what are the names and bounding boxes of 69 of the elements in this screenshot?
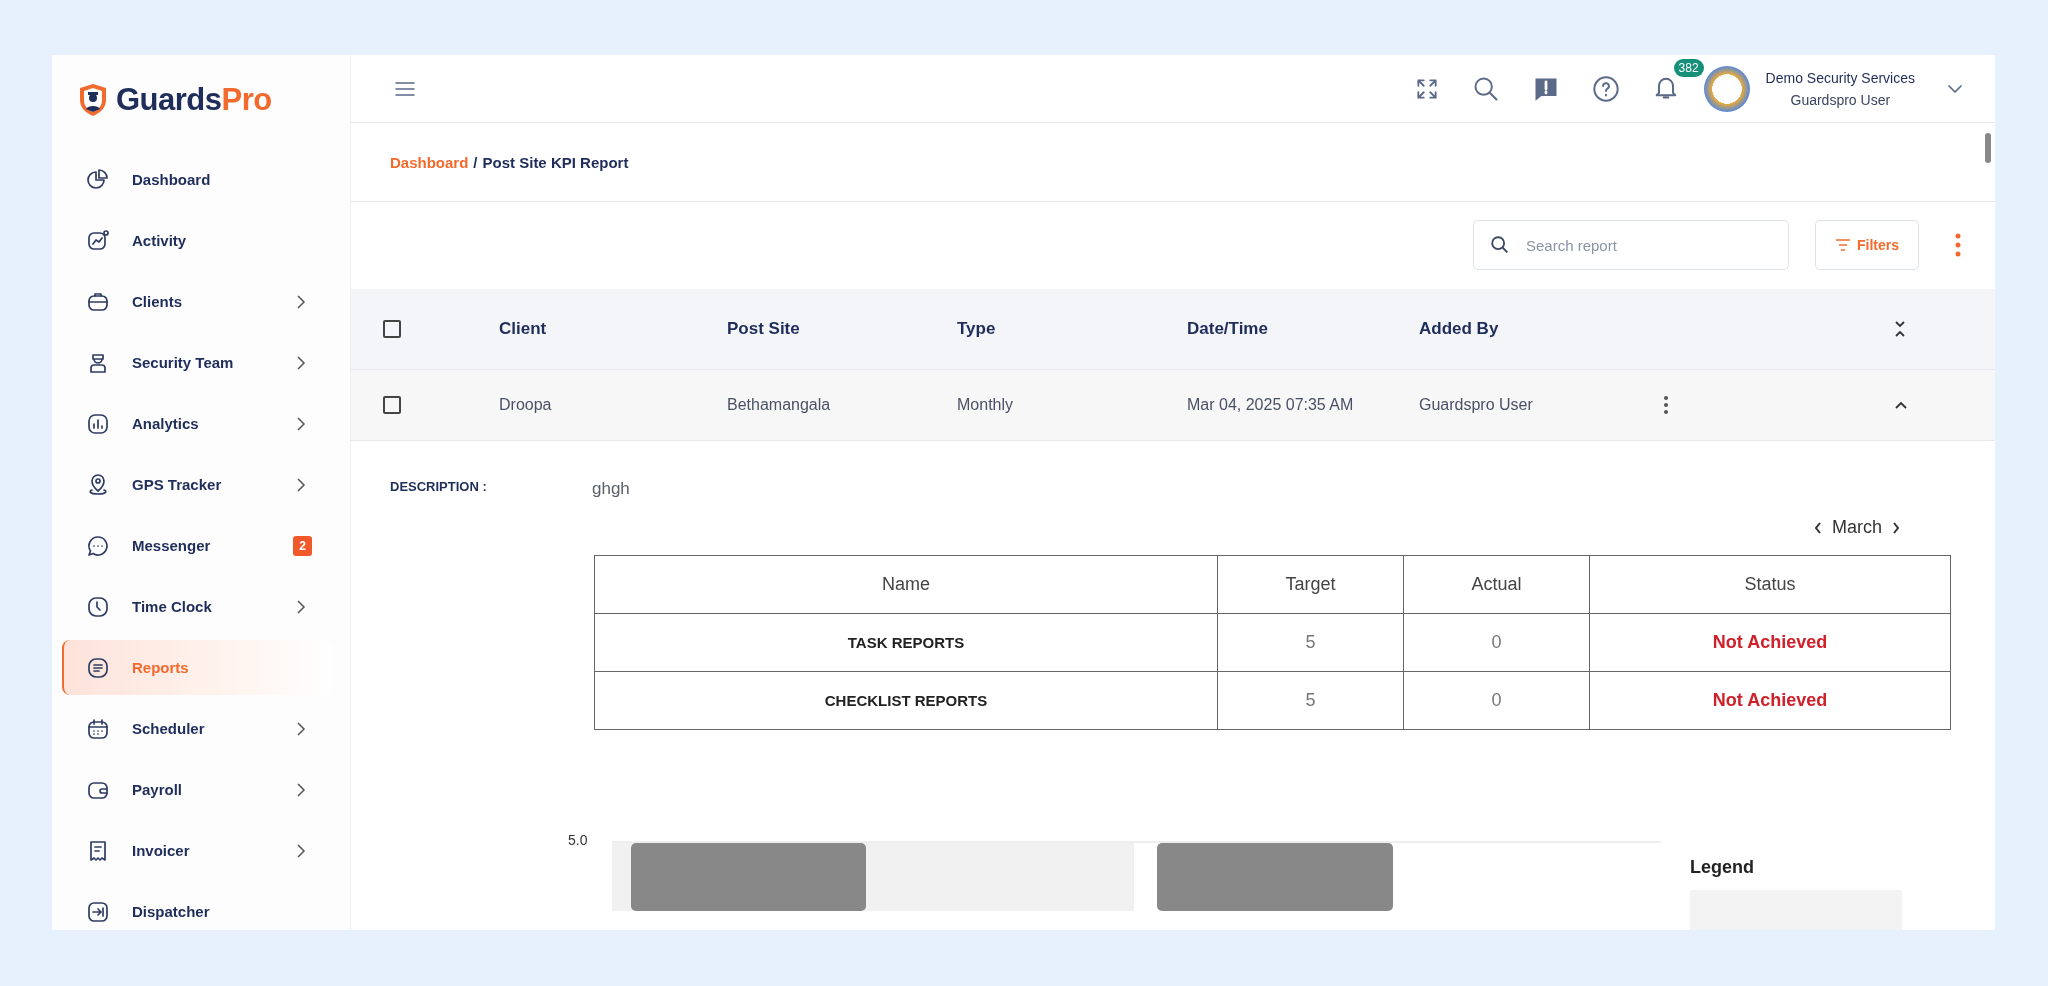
calendar-icon <box>86 716 110 741</box>
column-header: Actual <box>1403 555 1590 614</box>
legend-title: Legend <box>1690 857 1755 878</box>
sidebar-item[interactable]: Analytics <box>62 396 332 451</box>
column-header: Date/Time <box>1187 318 1269 339</box>
table-cell: 5 <box>1217 613 1404 672</box>
table-cell-text: Guardspro User <box>1419 396 1534 415</box>
sidebar-item[interactable]: GPS Tracker <box>62 457 332 512</box>
sidebar-item[interactable]: Invoicer <box>62 823 332 878</box>
column-header: Name <box>594 555 1218 614</box>
company-name: Demo Security Services <box>1765 69 1915 86</box>
column-header: Type <box>957 318 997 339</box>
axis-tick-label: 5.0 <box>568 832 589 848</box>
table-cell-text: Mar 04, 2025 07:35 AM <box>1187 396 1355 415</box>
bar-chart-icon <box>86 411 110 436</box>
table-cell-text: Monthly <box>957 396 1015 415</box>
user-name: Guardspro User <box>1790 91 1891 108</box>
clock-icon <box>86 594 110 619</box>
month-label: March <box>1832 517 1882 538</box>
status-cell: Not Achieved <box>1589 613 1951 672</box>
trend-chart-icon <box>86 228 110 253</box>
pie-chart-icon <box>86 167 110 192</box>
table-cell: CHECKLIST REPORTS <box>594 671 1218 730</box>
location-pin-icon <box>86 472 110 497</box>
column-header: Client <box>499 318 548 339</box>
row-checkbox[interactable] <box>383 396 401 415</box>
sidebar-item[interactable]: Scheduler <box>62 701 332 756</box>
breadcrumb-current: Post Site KPI Report <box>482 153 629 171</box>
sidebar-item[interactable]: Activity <box>62 213 332 268</box>
help-icon[interactable] <box>1591 74 1620 103</box>
count-badge: 2 <box>293 535 312 556</box>
table-cell-text: Droopa <box>499 396 553 415</box>
sidebar-item[interactable]: Clients <box>62 274 332 329</box>
filter-icon <box>1835 239 1851 252</box>
more-options-icon[interactable] <box>1955 233 1961 258</box>
breadcrumb-separator: / <box>473 153 478 171</box>
column-header: Added By <box>1419 318 1500 339</box>
chevron-right-icon[interactable] <box>1892 520 1900 535</box>
shield-guard-icon <box>78 83 108 117</box>
chevron-up-icon[interactable] <box>1894 400 1908 410</box>
scrollbar[interactable] <box>1985 133 1991 163</box>
column-header: Target <box>1217 555 1404 614</box>
avatar[interactable] <box>1703 65 1750 112</box>
more-options-icon[interactable] <box>1663 395 1669 416</box>
column-header: Post Site <box>727 318 801 339</box>
chevron-left-icon[interactable] <box>1814 520 1822 535</box>
sidebar-item[interactable]: Dashboard <box>62 152 332 207</box>
table-cell-text: Bethamangala <box>727 396 832 415</box>
description-label: DESCRIPTION : <box>390 479 488 496</box>
chat-bubble-icon <box>86 533 110 558</box>
column-header: Status <box>1589 555 1951 614</box>
table-cell: TASK REPORTS <box>594 613 1218 672</box>
table-cell: 5 <box>1217 671 1404 730</box>
logo-text: GuardsPro <box>116 82 272 118</box>
description-text: ghgh <box>592 479 630 499</box>
sidebar-item[interactable]: Dispatcher <box>62 884 332 930</box>
table-cell: 0 <box>1403 671 1590 730</box>
chevron-down-icon[interactable] <box>1947 83 1963 94</box>
search-field[interactable]: Search report <box>1473 220 1789 271</box>
sidebar-item[interactable]: Messenger 2 <box>62 518 332 573</box>
collapse-all-icon[interactable] <box>1894 320 1906 337</box>
notification-badge: 382 <box>1673 58 1704 77</box>
status-cell: Not Achieved <box>1589 671 1951 730</box>
table-cell: 0 <box>1403 613 1590 672</box>
sidebar-item[interactable]: Security Team <box>62 335 332 390</box>
sidebar-item[interactable]: Time Clock <box>62 579 332 634</box>
sidebar-item[interactable]: Payroll <box>62 762 332 817</box>
document-icon <box>86 655 110 680</box>
select-all-checkbox[interactable] <box>383 319 401 338</box>
